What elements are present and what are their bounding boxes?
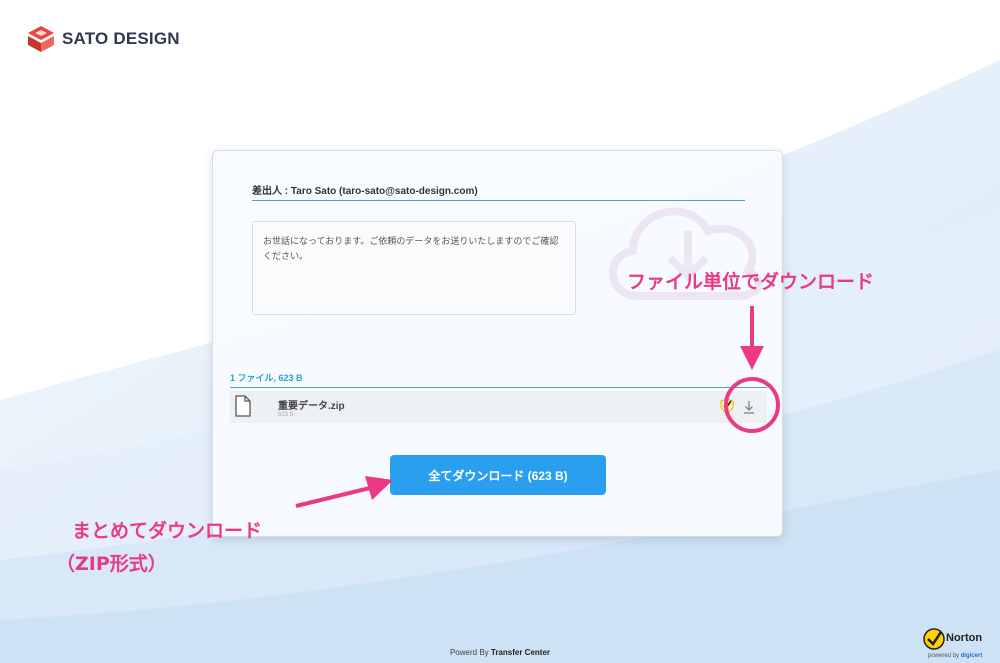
file-size: 623 B [278, 412, 294, 418]
sender-info: 差出人 : Taro Sato (taro-sato@sato-design.c… [252, 186, 478, 197]
transfer-card: 差出人 : Taro Sato (taro-sato@sato-design.c… [212, 150, 783, 537]
brand-logo: SATO DESIGN [26, 24, 180, 54]
annotation-file-download: ファイル単位でダウンロード [627, 271, 875, 293]
file-count: 1 ファイル, 623 B [230, 373, 303, 383]
annotation-all-download: まとめてダウンロード [72, 520, 263, 542]
divider [252, 200, 745, 201]
brand-name: SATO DESIGN [62, 29, 180, 48]
logo-mark-icon [28, 26, 54, 52]
message-box: お世話になっております。ご依頼のデータをお送りいたしますのでご確認ください。 [252, 221, 576, 315]
footer-prefix: Powerd By [449, 648, 491, 657]
file-icon [235, 395, 251, 417]
annotation-zip-format: （ZIP形式） [56, 553, 167, 575]
download-all-button[interactable]: 全てダウンロード (623 B) [390, 455, 606, 495]
norton-sub-label: powered by digicert [928, 653, 983, 659]
download-icon[interactable] [742, 400, 756, 414]
footer-link[interactable]: Transfer Center [491, 648, 550, 657]
norton-badge[interactable]: Norton powered by digicert [918, 625, 992, 663]
divider [230, 387, 767, 388]
footer: Powerd By Transfer Center [0, 648, 1000, 657]
norton-label: Norton [946, 632, 983, 644]
file-list-item: 重要データ.zip 623 B [230, 391, 767, 423]
norton-shield-icon [720, 398, 734, 414]
norton-check-icon [923, 628, 945, 650]
file-name: 重要データ.zip [278, 401, 345, 412]
